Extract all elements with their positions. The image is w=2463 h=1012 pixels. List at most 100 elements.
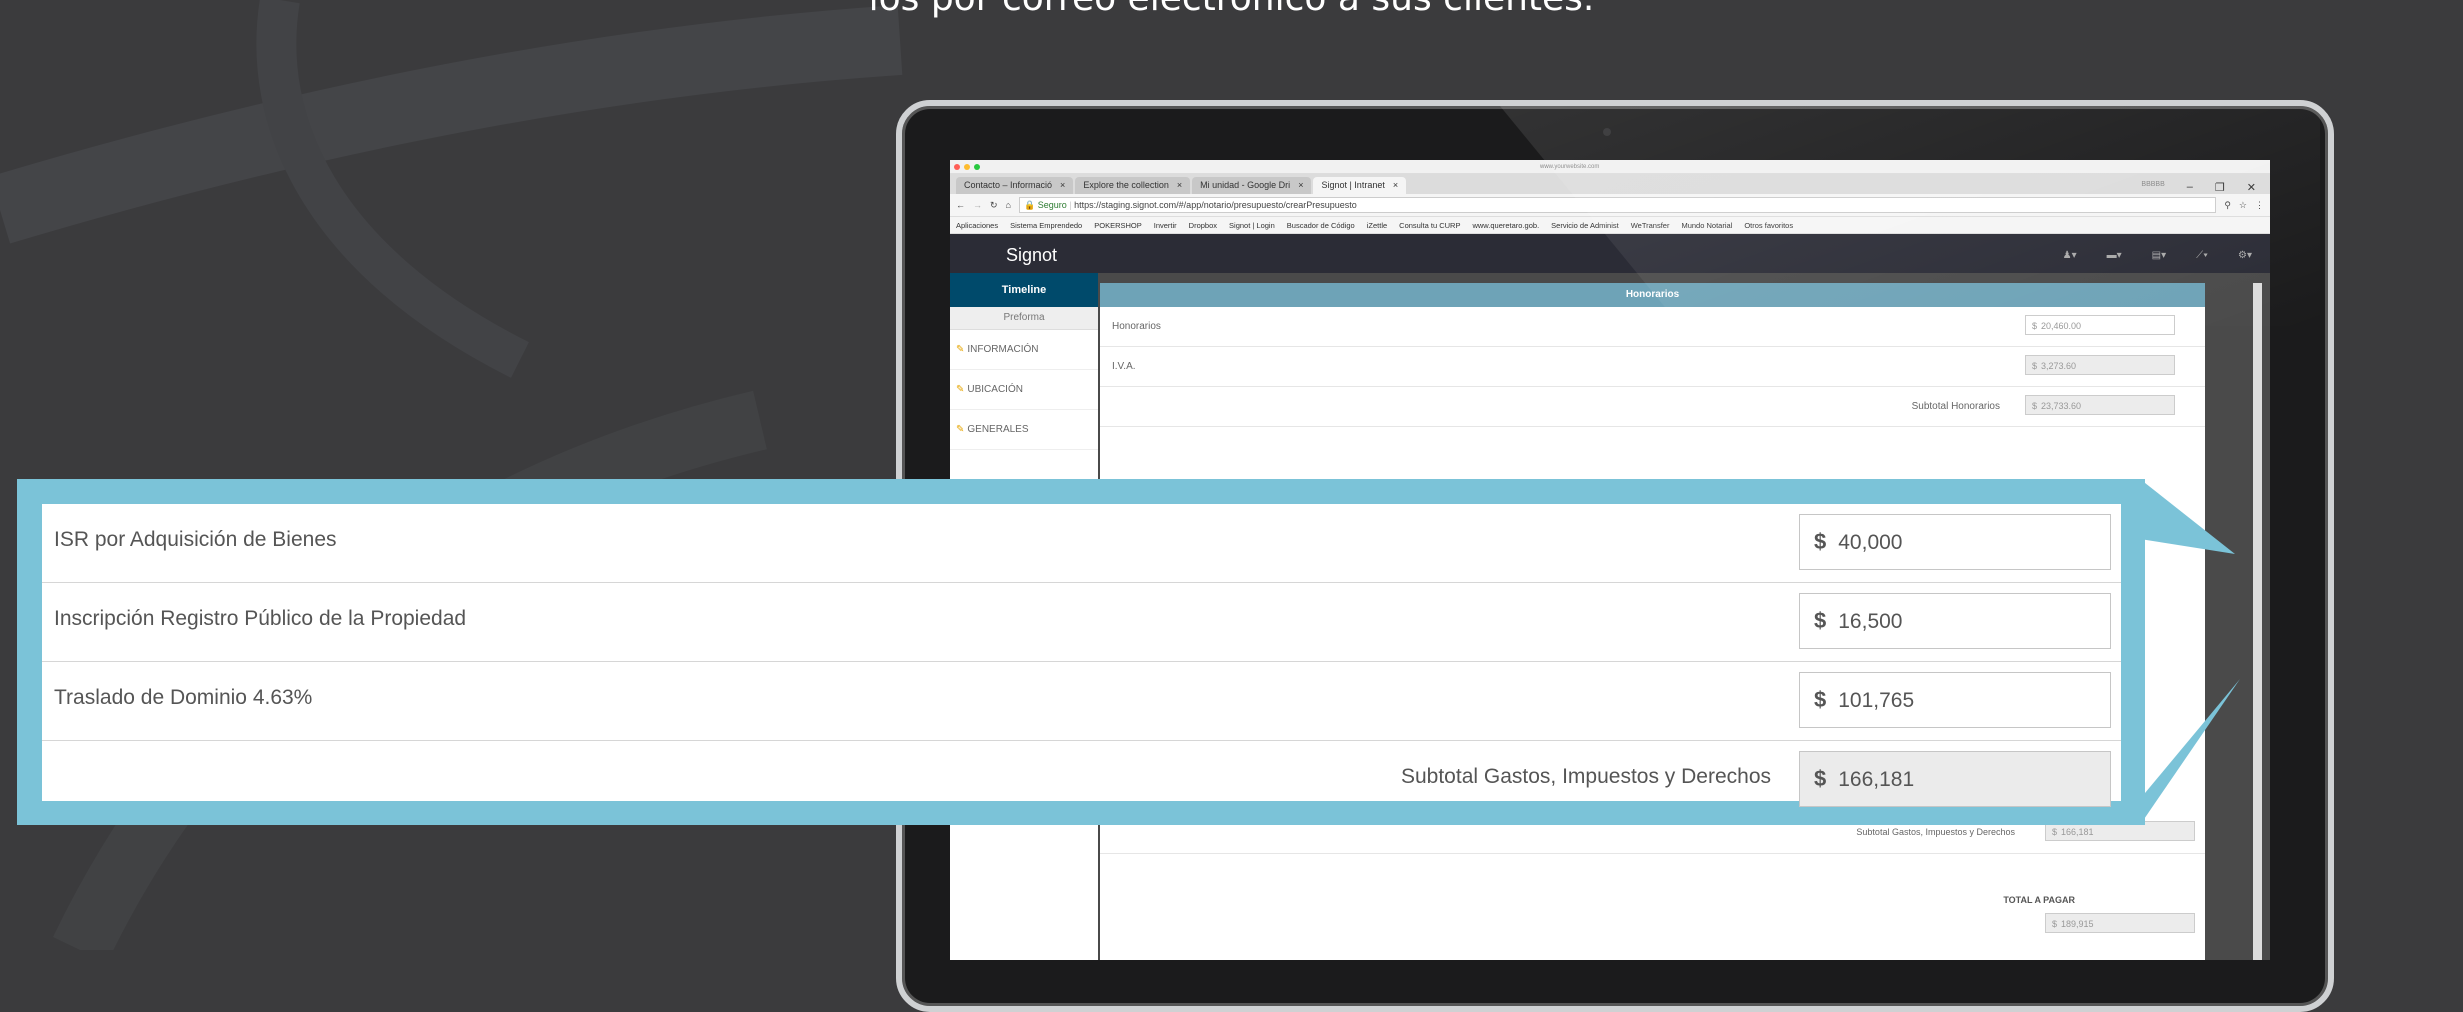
close-dot-icon[interactable] <box>954 163 960 170</box>
minimize-dot-icon[interactable] <box>964 163 970 170</box>
bookmark-item[interactable]: Dropbox <box>1189 221 1217 230</box>
subtotal-gastos-callout-field: $166,181 <box>1799 751 2111 807</box>
bookmark-item[interactable]: Sistema Emprendedo <box>1010 221 1082 230</box>
row-label: Subtotal Gastos, Impuestos y Derechos <box>1400 765 1771 788</box>
traslado-input[interactable]: $101,765 <box>1799 672 2111 728</box>
close-tab-icon[interactable]: × <box>1060 180 1065 190</box>
close-tab-icon[interactable]: × <box>1177 180 1182 190</box>
sidebar-header[interactable]: Timeline <box>950 273 1098 307</box>
pencil-icon: ✎ <box>956 384 965 395</box>
currency-symbol: $ <box>1814 608 1827 633</box>
secure-label: Seguro <box>1037 200 1067 210</box>
bookmark-item[interactable]: www.queretaro.gob. <box>1472 221 1539 230</box>
bookmark-item[interactable]: Signot | Login <box>1229 221 1275 230</box>
browser-tab-label: Explore the collection <box>1083 180 1169 190</box>
url-text: https://staging.signot.com/#/app/notario… <box>1074 200 1357 210</box>
callout-zoom-panel: ISR por Adquisición de Bienes $40,000 In… <box>42 504 2121 807</box>
forward-arrow-icon[interactable]: → <box>973 200 982 210</box>
window-controls: BBBBB – ❐ ✕ <box>2141 181 2270 194</box>
field-value: 16,500 <box>1838 610 1903 633</box>
field-value: 166,181 <box>1838 768 1915 791</box>
iva-field: $3,273.60 <box>2025 355 2175 375</box>
field-value: 101,765 <box>1838 689 1915 712</box>
reload-icon[interactable]: ↻ <box>990 200 998 211</box>
field-value: 166,181 <box>2061 827 2094 837</box>
field-value: 3,273.60 <box>2041 361 2077 371</box>
laptop-camera <box>1603 128 1611 136</box>
inscripcion-input[interactable]: $16,500 <box>1799 593 2111 649</box>
bookmark-item[interactable]: POKERSHOP <box>1094 221 1142 230</box>
bookmark-item[interactable]: Mundo Notarial <box>1681 221 1732 230</box>
subtotal-honorarios-row: Subtotal Honorarios $23,733.60 <box>1100 387 2205 427</box>
filter-icon[interactable]: ⚲ <box>2224 200 2231 211</box>
profile-badge[interactable]: BBBBB <box>2141 181 2164 194</box>
table-icon[interactable]: ▤▾ <box>2152 250 2166 261</box>
panel-title: Honorarios <box>1100 283 2205 307</box>
chart-icon[interactable]: ⟋▾ <box>2196 250 2208 261</box>
bookmarks-bar: Aplicaciones Sistema Emprendedo POKERSHO… <box>950 217 2270 234</box>
sidebar-subheader[interactable]: Preforma <box>950 307 1098 330</box>
zoom-dot-icon[interactable] <box>974 163 980 170</box>
user-icon[interactable]: ♟▾ <box>2063 250 2077 261</box>
restore-window-icon[interactable]: ❐ <box>2215 181 2225 194</box>
honorarios-row: Honorarios $20,460.00 <box>1100 307 2205 347</box>
browser-tab[interactable]: Contacto – Informació × <box>956 177 1074 194</box>
bookmark-item[interactable]: Buscador de Código <box>1287 221 1355 230</box>
currency-symbol: $ <box>2052 827 2058 837</box>
traslado-row: Traslado de Dominio 4.63% $101,765 <box>42 662 2121 741</box>
browser-tab[interactable]: Explore the collection × <box>1075 177 1191 194</box>
honorarios-input[interactable]: $20,460.00 <box>2025 315 2175 335</box>
close-tab-icon[interactable]: × <box>1393 180 1398 190</box>
folder-icon[interactable]: ▬▾ <box>2107 250 2122 261</box>
isr-input[interactable]: $40,000 <box>1799 514 2111 570</box>
total-field: $189,915 <box>2045 913 2195 933</box>
app-navbar: Signot ♟▾ ▬▾ ▤▾ ⟋▾ ⚙▾ <box>950 234 2270 276</box>
bookmark-item[interactable]: Otros favoritos <box>1744 221 1793 230</box>
bookmark-item[interactable]: Invertir <box>1154 221 1177 230</box>
navbar-icons: ♟▾ ▬▾ ▤▾ ⟋▾ ⚙▾ <box>2063 250 2270 261</box>
gear-icon[interactable]: ⚙▾ <box>2238 250 2252 261</box>
sidebar-item-ubicacion[interactable]: ✎ UBICACIÓN <box>950 370 1098 410</box>
pencil-icon: ✎ <box>956 344 965 355</box>
inscripcion-row: Inscripción Registro Público de la Propi… <box>42 583 2121 662</box>
subtotal-gastos-callout-row: Subtotal Gastos, Impuestos y Derechos $1… <box>42 741 2121 819</box>
bookmark-item[interactable]: WeTransfer <box>1631 221 1670 230</box>
row-label: Honorarios <box>1112 321 1161 332</box>
os-titlebar-url: www.yourwebsite.com <box>1540 163 1600 170</box>
browser-tab-active[interactable]: Signot | Intranet × <box>1313 177 1407 194</box>
bookmark-item[interactable]: Consulta tu CURP <box>1399 221 1460 230</box>
menu-dots-icon[interactable]: ⋮ <box>2255 200 2270 211</box>
browser-tab-label: Mi unidad - Google Dri <box>1200 180 1291 190</box>
os-titlebar: www.yourwebsite.com <box>950 160 2270 174</box>
row-label: I.V.A. <box>1112 361 1136 372</box>
scrollbar[interactable] <box>2253 283 2262 960</box>
currency-symbol: $ <box>2032 361 2038 371</box>
lock-icon: 🔒 <box>1023 200 1036 210</box>
isr-row: ISR por Adquisición de Bienes $40,000 <box>42 504 2121 583</box>
app-brand[interactable]: Signot <box>1006 245 1057 266</box>
currency-symbol: $ <box>1814 766 1827 791</box>
minimize-window-icon[interactable]: – <box>2187 181 2193 194</box>
browser-tab[interactable]: Mi unidad - Google Dri × <box>1192 177 1312 194</box>
row-label: Inscripción Registro Público de la Propi… <box>54 607 467 630</box>
bookmark-item[interactable]: iZettle <box>1367 221 1387 230</box>
sidebar-item-generales[interactable]: ✎ GENERALES <box>950 410 1098 450</box>
sidebar-item-label: GENERALES <box>967 424 1029 435</box>
field-value: 189,915 <box>2061 919 2094 929</box>
url-input[interactable]: 🔒 Seguro | https://staging.signot.com/#/… <box>1018 197 2217 213</box>
currency-symbol: $ <box>2032 401 2038 411</box>
close-tab-icon[interactable]: × <box>1298 180 1303 190</box>
field-value: 20,460.00 <box>2041 321 2082 331</box>
bookmark-star-icon[interactable]: ☆ <box>2239 200 2247 211</box>
close-window-icon[interactable]: ✕ <box>2247 181 2256 194</box>
sidebar-item-informacion[interactable]: ✎ INFORMACIÓN <box>950 330 1098 370</box>
bookmark-item[interactable]: Servicio de Administ <box>1551 221 1619 230</box>
home-icon[interactable]: ⌂ <box>1006 200 1011 210</box>
total-label: TOTAL A PAGAR <box>2003 895 2075 905</box>
field-value: 23,733.60 <box>2041 401 2082 411</box>
row-label: Subtotal Honorarios <box>1911 401 2000 412</box>
row-label: Subtotal Gastos, Impuestos y Derechos <box>1856 827 2015 837</box>
currency-symbol: $ <box>2032 321 2038 331</box>
back-arrow-icon[interactable]: ← <box>956 200 965 210</box>
bookmark-item[interactable]: Aplicaciones <box>956 221 998 230</box>
